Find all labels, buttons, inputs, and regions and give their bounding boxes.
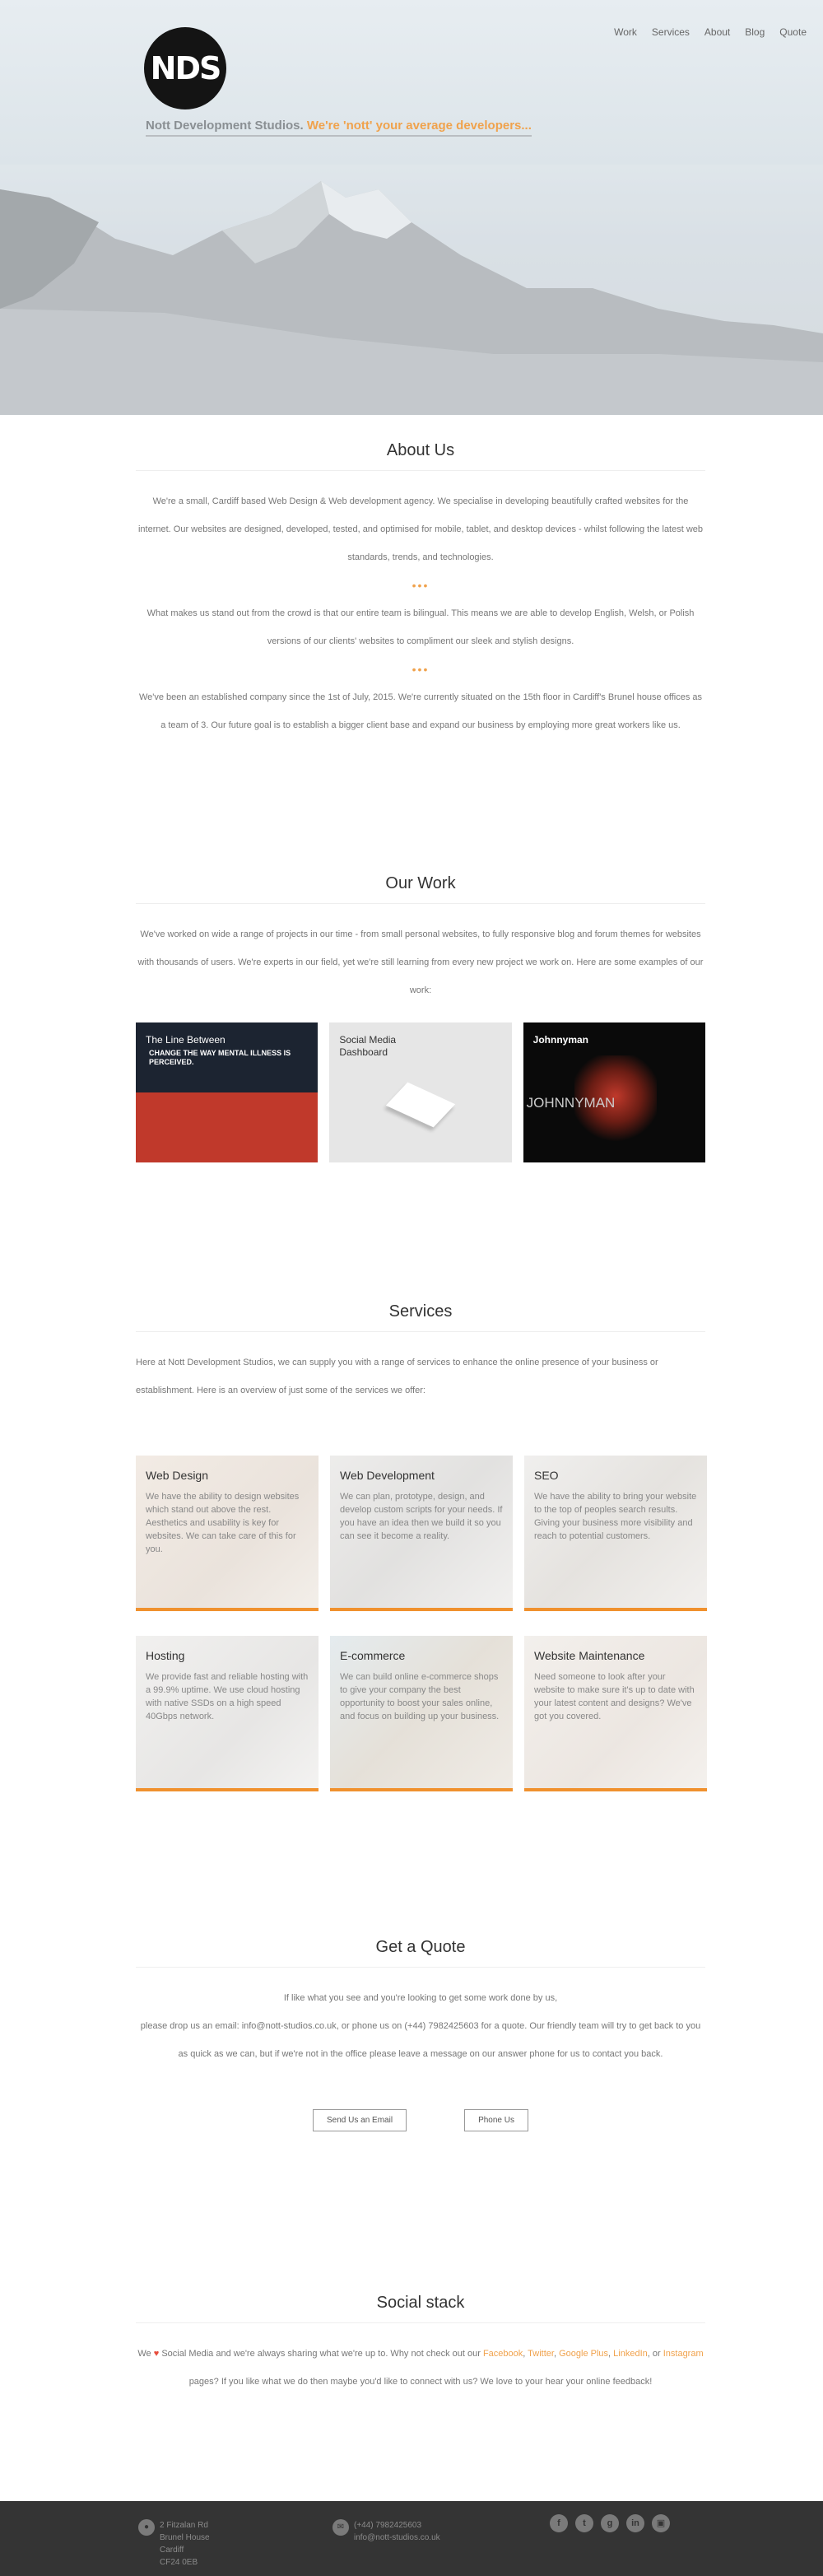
work-section: Our Work We've worked on wide a range of… — [136, 874, 705, 1162]
nav-quote[interactable]: Quote — [779, 26, 807, 38]
company-slogan: We're 'nott' your average developers... — [306, 119, 532, 133]
work-card-label: Johnnyman — [532, 1034, 588, 1046]
footer-social-icons: f t g in ▣ — [550, 2514, 670, 2532]
google-plus-link[interactable]: Google Plus — [559, 2349, 608, 2359]
about-paragraph-3: We've been an established company since … — [138, 692, 702, 730]
device-mockup-image — [386, 1082, 456, 1128]
work-card-the-line-between[interactable]: The Line Between CHANGE THE WAY MENTAL I… — [136, 1022, 319, 1162]
service-card-hosting[interactable]: Hosting We provide fast and reliable hos… — [136, 1636, 319, 1791]
work-card-subtitle: JOHNNYMAN — [526, 1095, 616, 1111]
text-fragment: , — [553, 2349, 557, 2359]
nds-logo[interactable]: NDS — [144, 27, 226, 109]
instagram-link[interactable]: Instagram — [663, 2349, 704, 2359]
nav-about[interactable]: About — [704, 26, 730, 38]
twitter-link[interactable]: Twitter — [528, 2349, 554, 2359]
work-card-label: Social Media Dashboard — [339, 1034, 397, 1058]
text-fragment: Social Media and we're always sharing wh… — [161, 2349, 481, 2359]
nav-work[interactable]: Work — [614, 26, 637, 38]
service-card-web-development[interactable]: Web Development We can plan, prototype, … — [330, 1456, 513, 1611]
card-image-band — [136, 1092, 319, 1162]
envelope-icon: ✉ — [332, 2519, 349, 2536]
send-email-button[interactable]: Send Us an Email — [313, 2109, 407, 2131]
text-fragment: We — [137, 2349, 151, 2359]
location-icon: ● — [138, 2519, 155, 2536]
social-stack-section: Social stack We ♥ Social Media and we're… — [136, 2294, 705, 2396]
phone-us-button[interactable]: Phone Us — [464, 2109, 528, 2131]
linkedin-link[interactable]: LinkedIn — [613, 2349, 648, 2359]
text-fragment: , — [608, 2349, 611, 2359]
about-paragraph-1: We're a small, Cardiff based Web Design … — [137, 496, 704, 562]
service-card-web-design[interactable]: Web Design We have the ability to design… — [136, 1456, 319, 1611]
linkedin-icon[interactable]: in — [626, 2514, 644, 2532]
footer-address: 2 Fitzalan Rd Brunel House Cardiff CF24 … — [160, 2519, 210, 2569]
service-title: SEO — [534, 1469, 559, 1482]
quote-buttons: Send Us an Email Phone Us — [136, 2109, 705, 2131]
facebook-link[interactable]: Facebook — [483, 2349, 523, 2359]
service-title: Hosting — [146, 1649, 185, 1662]
service-card-seo[interactable]: SEO We have the ability to bring your we… — [524, 1456, 707, 1611]
hero-banner: NDS Nott Development Studios. We're 'not… — [0, 0, 823, 415]
logo-text: NDS — [150, 50, 222, 86]
service-text: We have the ability to design websites w… — [146, 1492, 300, 1554]
quote-line-2: please drop us an email: info@nott-studi… — [140, 2021, 701, 2059]
heart-icon: ♥ — [153, 2349, 160, 2359]
footer-phone[interactable]: (+44) 7982425603 — [354, 2519, 440, 2532]
service-text: We provide fast and reliable hosting wit… — [146, 1672, 309, 1721]
services-section: Services Here at Nott Development Studio… — [136, 1302, 707, 1791]
facebook-icon[interactable]: f — [550, 2514, 568, 2532]
work-card-social-media-dashboard[interactable]: Social Media Dashboard — [329, 1022, 512, 1162]
about-paragraph-2: What makes us stand out from the crowd i… — [146, 608, 695, 646]
nav-services[interactable]: Services — [652, 26, 690, 38]
text-fragment: pages? If you like what we do then maybe… — [188, 2377, 653, 2387]
about-section: About Us We're a small, Cardiff based We… — [136, 441, 705, 739]
quote-section: Get a Quote If like what you see and you… — [136, 1938, 705, 2131]
twitter-icon[interactable]: t — [575, 2514, 593, 2532]
work-title: Our Work — [136, 874, 705, 904]
google-plus-icon[interactable]: g — [601, 2514, 619, 2532]
text-fragment: , — [523, 2349, 526, 2359]
dots-divider: ••• — [412, 663, 430, 676]
work-grid: The Line Between CHANGE THE WAY MENTAL I… — [136, 1022, 705, 1162]
footer-email[interactable]: info@nott-studios.co.uk — [354, 2532, 440, 2544]
service-title: E-commerce — [340, 1649, 406, 1662]
work-card-subtitle: CHANGE THE WAY MENTAL ILLNESS IS PERCEIV… — [149, 1049, 291, 1066]
service-text: Need someone to look after your website … — [534, 1672, 695, 1721]
services-intro: Here at Nott Development Studios, we can… — [136, 1358, 658, 1395]
address-line: 2 Fitzalan Rd — [160, 2521, 208, 2530]
service-text: We can plan, prototype, design, and deve… — [340, 1492, 503, 1541]
instagram-icon[interactable]: ▣ — [652, 2514, 670, 2532]
service-card-website-maintenance[interactable]: Website Maintenance Need someone to look… — [524, 1636, 707, 1791]
dots-divider: ••• — [412, 579, 430, 592]
footer-contact: (+44) 7982425603 info@nott-studios.co.uk — [354, 2519, 440, 2544]
company-name: Nott Development Studios. — [146, 119, 304, 133]
work-card-johnnyman[interactable]: Johnnyman JOHNNYMAN — [523, 1022, 705, 1162]
social-stack-title: Social stack — [136, 2294, 705, 2323]
about-title: About Us — [136, 441, 705, 471]
service-title: Web Design — [146, 1469, 209, 1482]
work-intro: We've worked on wide a range of projects… — [137, 929, 704, 995]
address-line: Brunel House — [160, 2533, 210, 2542]
work-card-label: The Line Between — [146, 1034, 226, 1046]
footer: ● 2 Fitzalan Rd Brunel House Cardiff CF2… — [0, 2501, 823, 2576]
services-title: Services — [136, 1302, 705, 1332]
quote-title: Get a Quote — [136, 1938, 705, 1968]
service-text: We have the ability to bring your websit… — [534, 1492, 697, 1541]
nav-blog[interactable]: Blog — [745, 26, 765, 38]
service-card-e-commerce[interactable]: E-commerce We can build online e-commerc… — [330, 1636, 513, 1791]
quote-line-1: If like what you see and you're looking … — [283, 1993, 558, 2003]
address-line: CF24 0EB — [160, 2558, 198, 2567]
service-title: Web Development — [340, 1469, 435, 1482]
social-stack-text: We ♥ Social Media and we're always shari… — [136, 2340, 705, 2396]
main-nav: Work Services About Blog Quote — [599, 26, 807, 38]
address-line: Cardiff — [160, 2546, 184, 2555]
hero-tagline: Nott Development Studios. We're 'nott' y… — [146, 119, 532, 137]
service-title: Website Maintenance — [534, 1649, 645, 1662]
mountain-image — [0, 165, 823, 415]
text-fragment: , or — [647, 2349, 661, 2359]
services-grid: Web Design We have the ability to design… — [136, 1456, 707, 1791]
service-text: We can build online e-commerce shops to … — [340, 1672, 500, 1721]
